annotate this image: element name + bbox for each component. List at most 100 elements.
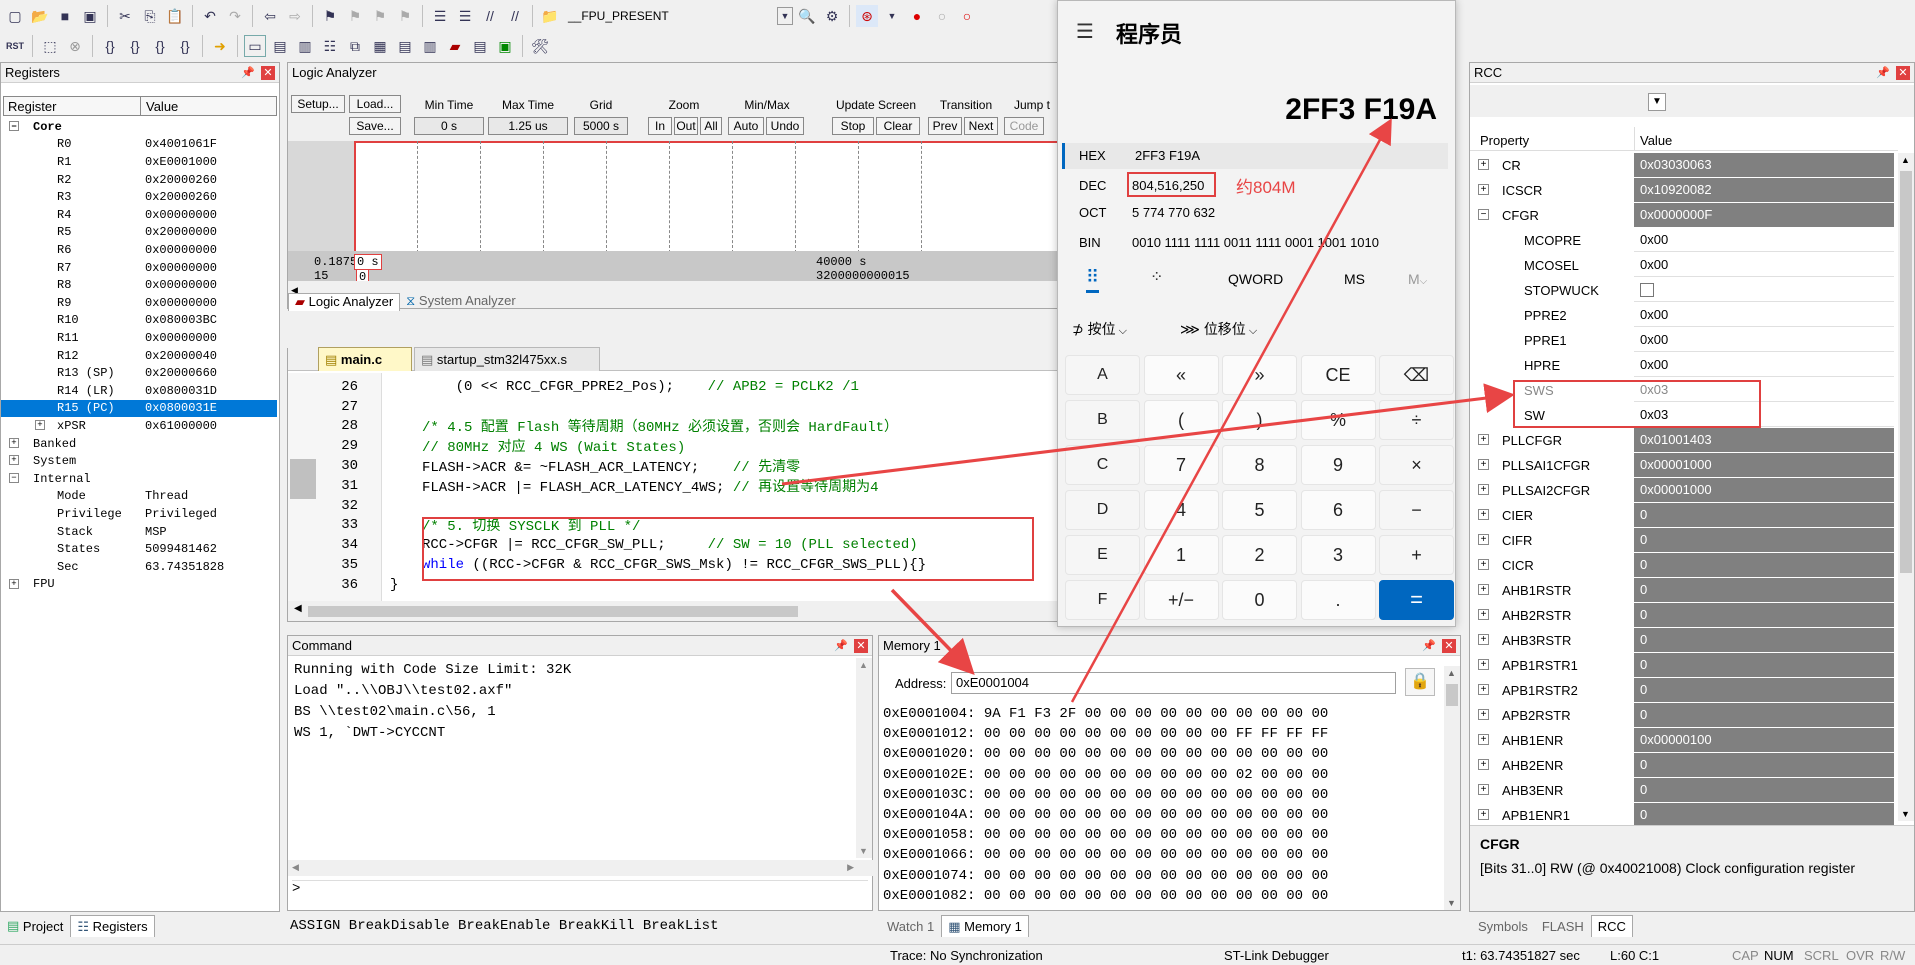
register-row[interactable]: Sec 63.74351828 [1,558,277,576]
oct-row[interactable]: OCT 5 774 770 632 [1062,199,1448,225]
unindent-icon[interactable]: ☰ [454,5,476,27]
key-0[interactable]: 0 [1222,580,1297,620]
waveform-area[interactable]: 0.1875 0 s 15 0 40000 s 3200000000015 [288,141,1058,285]
tab-project[interactable]: ▤ Project [0,915,70,937]
rcc-row-ahb3rstr[interactable]: + AHB3RSTR 0 [1470,628,1898,653]
memory-vscroll[interactable]: ▲ ▼ [1444,666,1460,910]
key-4[interactable]: 4 [1143,490,1219,530]
rcc-row-ahb2enr[interactable]: + AHB2ENR 0 [1470,753,1898,778]
serial-window-icon[interactable]: ▥ [419,35,441,57]
rcc-property-value[interactable]: 0 [1634,703,1894,727]
symbols-icon[interactable]: ▥ [294,35,316,57]
expand-toggle-icon[interactable]: − [9,473,19,483]
redo-icon[interactable]: ↷ [224,5,246,27]
key-d[interactable]: D [1065,490,1140,530]
key-minus[interactable]: − [1379,490,1454,530]
rcc-row-sw[interactable]: SW 0x03 [1470,403,1898,428]
rcc-row-pllsai1cfgr[interactable]: + PLLSAI1CFGR 0x00001000 [1470,453,1898,478]
key-8[interactable]: 8 [1222,445,1297,485]
memory-row[interactable]: 0xE0001066: 00 00 00 00 00 00 00 00 00 0… [883,845,1328,865]
rcc-property-value[interactable]: 0x03030063 [1634,153,1894,177]
key-a[interactable]: A [1065,355,1140,395]
register-row[interactable]: R12 0x20000040 [1,347,277,365]
zoom-all-button[interactable]: All [700,117,722,135]
bitwise-dropdown[interactable]: ⊅ 按位 ⌵ [1072,319,1127,339]
rcc-property-value[interactable]: 0 [1634,628,1894,652]
scroll-down-icon[interactable]: ▼ [859,846,868,856]
register-row[interactable]: R0 0x4001061F [1,136,277,154]
nav-back-icon[interactable]: ⇦ [259,5,281,27]
register-row[interactable]: R14 (LR) 0x0800031D [1,382,277,400]
key-negate[interactable]: +/− [1143,580,1219,620]
editor-hscroll[interactable]: ◀ [288,601,1058,621]
registers-window-icon[interactable]: ☷ [319,35,341,57]
rcc-property-value[interactable] [1634,278,1894,302]
watch-window-icon[interactable]: ▦ [369,35,391,57]
expand-toggle-icon[interactable]: + [1478,584,1489,595]
rcc-row-apb2rstr[interactable]: + APB2RSTR 0 [1470,703,1898,728]
command-hscroll[interactable]: ◀ ▶ [288,860,874,876]
rcc-property-value[interactable]: 0x00000100 [1634,728,1894,752]
configure-icon[interactable]: ⚙ [821,5,843,27]
key-1[interactable]: 1 [1143,535,1219,575]
cut-icon[interactable]: ✂ [114,5,136,27]
debug-dropdown-icon[interactable]: ▼ [881,5,903,27]
toolbox-icon[interactable]: 🛠 [529,35,551,57]
register-group[interactable]: − Internal [1,470,277,488]
command-window-icon[interactable]: ▭ [244,35,266,57]
collapse-toggle-icon[interactable]: − [9,121,19,131]
memory-window-icon[interactable]: ▤ [394,35,416,57]
register-row[interactable]: R7 0x00000000 [1,259,277,277]
nav-forward-icon[interactable]: ⇨ [284,5,306,27]
rcc-property-value[interactable]: 0x00 [1634,303,1894,327]
run-icon[interactable]: ⬚ [39,35,61,57]
memory-row[interactable]: 0xE0001058: 00 00 00 00 00 00 00 00 00 0… [883,825,1328,845]
register-row[interactable]: R3 0x20000260 [1,188,277,206]
tab-memory-1[interactable]: ▦ Memory 1 [941,915,1029,937]
expand-toggle-icon[interactable]: + [1478,634,1489,645]
breakpoint-icon[interactable]: ● [906,5,928,27]
paste-icon[interactable]: 📋 [164,5,186,27]
register-row[interactable]: + xPSR 0x61000000 [1,417,277,435]
bin-row[interactable]: BIN 0010 1111 1111 0011 1111 0001 1001 1… [1062,229,1448,255]
find-icon[interactable]: 🔍 [796,5,818,27]
breakpoint-disabled-icon[interactable]: ○ [931,5,953,27]
system-viewer-icon[interactable]: ▣ [494,35,516,57]
hamburger-menu-icon[interactable]: ☰ [1076,19,1094,44]
prev-button[interactable]: Prev [928,117,962,135]
key-divide[interactable]: ÷ [1379,400,1454,440]
tab-rcc[interactable]: RCC [1590,915,1633,937]
register-row[interactable]: R15 (PC) 0x0800031E [1,399,277,418]
clear-button[interactable]: Clear [876,117,920,135]
register-row[interactable]: Privilege Privileged [1,505,277,523]
register-group[interactable]: + System [1,452,277,470]
register-group-core[interactable]: − Core [1,118,277,136]
step-out-icon[interactable]: {} [149,35,171,57]
key-plus[interactable]: + [1379,535,1454,575]
rcc-property-value[interactable]: 0 [1634,503,1894,527]
register-row[interactable]: R6 0x00000000 [1,241,277,259]
memory-row[interactable]: 0xE0001012: 00 00 00 00 00 00 00 00 00 0… [883,724,1328,744]
rcc-row-ahb3enr[interactable]: + AHB3ENR 0 [1470,778,1898,803]
rcc-property-value[interactable]: 0 [1634,753,1894,777]
scroll-down-icon[interactable]: ▼ [1447,898,1456,908]
stop-icon[interactable]: ⊗ [64,35,86,57]
memory-row[interactable]: 0xE0001082: 00 00 00 00 00 00 00 00 00 0… [883,886,1328,906]
expand-toggle-icon[interactable]: + [1478,759,1489,770]
key-decimal[interactable]: . [1300,580,1376,620]
register-row[interactable]: R10 0x080003BC [1,312,277,330]
stop-button[interactable]: Stop [832,117,874,135]
run-to-cursor-icon[interactable]: {} [174,35,196,57]
key-open-paren[interactable]: ( [1143,400,1219,440]
collapse-toggle-icon[interactable]: − [1478,209,1489,220]
bit-shift-dropdown[interactable]: ⋙ 位移位 ⌵ [1180,319,1257,339]
rcc-row-apb1enr1[interactable]: + APB1ENR1 0 [1470,803,1898,825]
save-all-icon[interactable]: ▣ [79,5,101,27]
rcc-row-ahb1rstr[interactable]: + AHB1RSTR 0 [1470,578,1898,603]
hex-row[interactable]: HEX 2FF3 F19A [1062,143,1448,169]
scroll-right-icon[interactable]: ▶ [847,862,854,873]
bit-toggle-keypad-icon[interactable]: ⁘ [1150,267,1163,287]
key-multiply[interactable]: × [1379,445,1454,485]
bookmark-prev-icon[interactable]: ⚑ [344,5,366,27]
col-register[interactable]: Register [8,99,56,114]
